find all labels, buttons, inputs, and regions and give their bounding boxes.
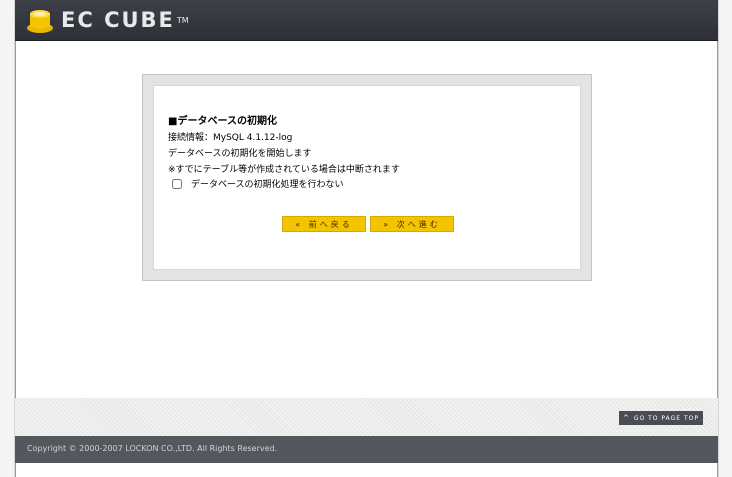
- cube-logo-icon: [27, 10, 53, 33]
- footer: Copyright © 2000-2007 LOCKON CO.,LTD. Al…: [15, 436, 718, 463]
- header: EC CUBE TM: [15, 0, 718, 41]
- logo[interactable]: EC CUBE TM: [25, 6, 189, 34]
- copyright-text: Copyright © 2000-2007 LOCKON CO.,LTD. Al…: [27, 444, 278, 453]
- logo-trademark: TM: [176, 15, 189, 25]
- connection-info: 接続情報：MySQL 4.1.12-log: [168, 133, 293, 143]
- page-top-button[interactable]: ^ GO TO PAGE TOP: [619, 411, 703, 425]
- install-panel-inner: ■データベースの初期化 接続情報：MySQL 4.1.12-log データベース…: [153, 85, 581, 270]
- install-panel: ■データベースの初期化 接続情報：MySQL 4.1.12-log データベース…: [142, 74, 592, 281]
- right-gutter: [718, 0, 732, 477]
- next-button[interactable]: » 次へ進む: [370, 216, 454, 232]
- abort-note: ※すでにテーブル等が作成されている場合は中断されます: [168, 165, 400, 175]
- footer-band: ^ GO TO PAGE TOP: [15, 398, 718, 436]
- skip-init-checkbox[interactable]: [172, 178, 182, 189]
- left-gutter: [0, 0, 15, 477]
- back-button[interactable]: « 前へ戻る: [282, 216, 366, 232]
- skip-init-label: データベースの初期化処理を行わない: [191, 180, 344, 190]
- page-top-label: GO TO PAGE TOP: [633, 414, 700, 422]
- init-message: データベースの初期化を開始します: [168, 149, 312, 159]
- up-arrow-icon: ^: [622, 414, 630, 422]
- logo-text: EC CUBE: [61, 8, 175, 32]
- section-title: ■データベースの初期化: [168, 116, 277, 127]
- skip-init-option[interactable]: データベースの初期化処理を行わない: [172, 177, 344, 190]
